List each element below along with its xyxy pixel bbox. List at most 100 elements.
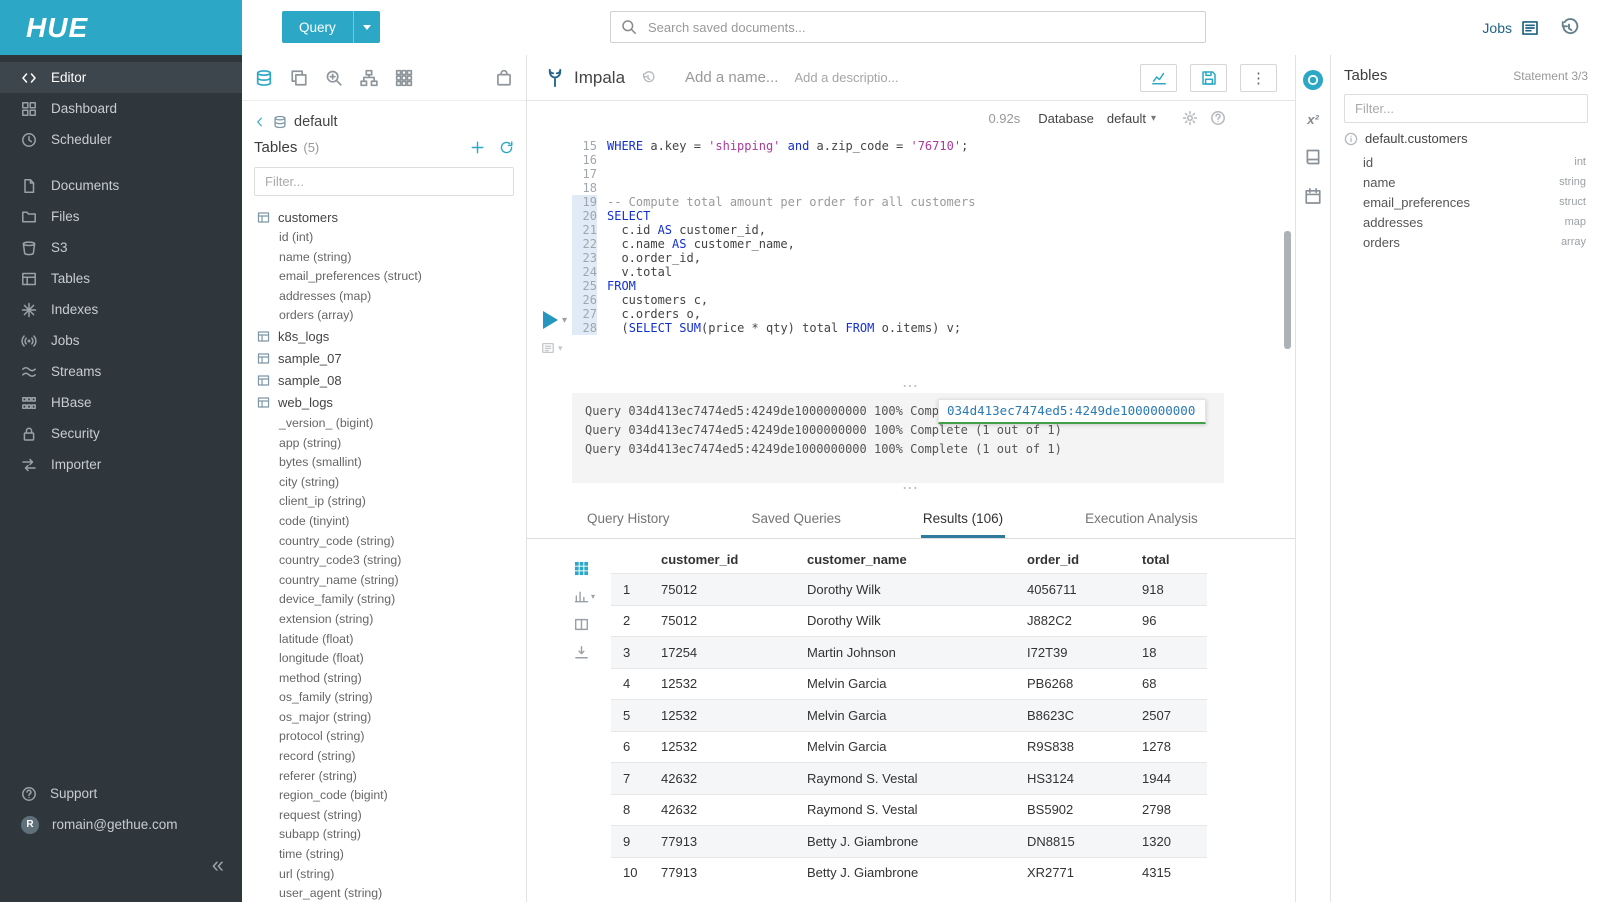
code-editor[interactable]: 1516171819202122232425262728 WHERE a.key… bbox=[527, 135, 1295, 381]
resize-handle-top[interactable] bbox=[527, 381, 1295, 393]
column-item[interactable]: region_code (bigint) bbox=[242, 786, 526, 806]
chart-view-button[interactable]: ▾ bbox=[574, 589, 595, 604]
column-item[interactable]: os_major (string) bbox=[242, 708, 526, 728]
sidebar-item-s3[interactable]: S3 bbox=[0, 232, 242, 263]
results-col-header[interactable]: customer_name bbox=[799, 552, 1019, 567]
sitemap-icon[interactable] bbox=[360, 69, 378, 87]
query-id-popover[interactable]: 034d413ec7474ed5:4249de1000000000 bbox=[938, 399, 1206, 424]
column-item[interactable]: latitude (float) bbox=[242, 630, 526, 650]
right-filter[interactable] bbox=[1344, 94, 1588, 123]
results-col-header[interactable]: order_id bbox=[1019, 552, 1134, 567]
refresh-tables-icon[interactable] bbox=[499, 140, 514, 155]
grid-view-icon[interactable] bbox=[574, 561, 589, 576]
right-filter-input[interactable] bbox=[1353, 100, 1579, 117]
save-button[interactable] bbox=[1190, 64, 1227, 92]
search-input[interactable] bbox=[646, 19, 1195, 36]
column-item[interactable]: url (string) bbox=[242, 865, 526, 885]
result-row[interactable]: 175012Dorothy Wilk4056711918 bbox=[611, 573, 1207, 605]
column-row-email-preferences[interactable]: email_preferencesstruct bbox=[1344, 192, 1588, 212]
column-item[interactable]: bytes (smallint) bbox=[242, 453, 526, 473]
column-item[interactable]: app (string) bbox=[242, 434, 526, 454]
editor-scrollbar[interactable] bbox=[1284, 231, 1291, 349]
statement-selector[interactable]: ▾ bbox=[541, 341, 563, 355]
query-dropdown-caret[interactable] bbox=[353, 11, 380, 43]
column-item[interactable]: extension (string) bbox=[242, 610, 526, 630]
global-search[interactable] bbox=[610, 11, 1206, 43]
query-history-icon[interactable] bbox=[641, 71, 655, 85]
support-link[interactable]: Support bbox=[0, 778, 242, 809]
column-item[interactable]: code (tinyint) bbox=[242, 512, 526, 532]
table-filter[interactable] bbox=[254, 167, 514, 196]
sidebar-item-tables[interactable]: Tables bbox=[0, 263, 242, 294]
column-row-name[interactable]: namestring bbox=[1344, 172, 1588, 192]
column-item[interactable]: os_family (string) bbox=[242, 688, 526, 708]
column-item[interactable]: method (string) bbox=[242, 669, 526, 689]
column-item[interactable]: name (string) bbox=[242, 248, 526, 268]
apps-grid-icon[interactable] bbox=[395, 69, 413, 87]
column-item[interactable]: client_ip (string) bbox=[242, 492, 526, 512]
engine-selector[interactable]: Impala bbox=[545, 68, 625, 88]
active-table-name[interactable]: default.customers bbox=[1365, 131, 1468, 146]
table-item-web-logs[interactable]: web_logs bbox=[242, 392, 526, 414]
column-item[interactable]: addresses (map) bbox=[242, 287, 526, 307]
add-table-icon[interactable] bbox=[470, 140, 485, 155]
result-row[interactable]: 512532Melvin GarciaB8623C2507 bbox=[611, 699, 1207, 731]
sidebar-item-editor[interactable]: Editor bbox=[0, 62, 242, 93]
table-item-sample-08[interactable]: sample_08 bbox=[242, 370, 526, 392]
chart-button[interactable] bbox=[1140, 64, 1177, 92]
new-query-button[interactable]: Query bbox=[282, 11, 380, 43]
column-item[interactable]: user_agent (string) bbox=[242, 884, 526, 902]
column-item[interactable]: country_code (string) bbox=[242, 532, 526, 552]
settings-gear-icon[interactable] bbox=[1182, 110, 1198, 126]
result-row[interactable]: 1077913Betty J. GiambroneXR27714315 bbox=[611, 857, 1207, 889]
result-row[interactable]: 612532Melvin GarciaR9S8381278 bbox=[611, 731, 1207, 763]
table-item-k8s-logs[interactable]: k8s_logs bbox=[242, 326, 526, 348]
schedule-icon[interactable] bbox=[1304, 187, 1322, 205]
language-reference-icon[interactable] bbox=[1304, 148, 1322, 166]
results-col-header[interactable]: customer_id bbox=[653, 552, 799, 567]
sidebar-item-jobs[interactable]: Jobs bbox=[0, 325, 242, 356]
history-icon[interactable] bbox=[1559, 18, 1579, 38]
sidebar-item-scheduler[interactable]: Scheduler bbox=[0, 124, 242, 155]
result-row[interactable]: 977913Betty J. GiambroneDN88151320 bbox=[611, 825, 1207, 857]
back-chevron-icon[interactable] bbox=[254, 116, 266, 128]
tab-execution-analysis[interactable]: Execution Analysis bbox=[1083, 511, 1200, 538]
column-row-id[interactable]: idint bbox=[1344, 152, 1588, 172]
columns-view-icon[interactable] bbox=[574, 617, 589, 632]
tab-query-history[interactable]: Query History bbox=[585, 511, 672, 538]
table-filter-input[interactable] bbox=[263, 173, 505, 190]
breadcrumb-database[interactable]: default bbox=[294, 114, 338, 130]
results-col-header[interactable]: total bbox=[1134, 552, 1207, 567]
sidebar-item-hbase[interactable]: HBase bbox=[0, 387, 242, 418]
hue-logo[interactable]: HUE bbox=[26, 12, 88, 44]
column-item[interactable]: longitude (float) bbox=[242, 649, 526, 669]
tab-results-106[interactable]: Results (106) bbox=[921, 511, 1005, 538]
column-item[interactable]: record (string) bbox=[242, 747, 526, 767]
info-icon[interactable] bbox=[1344, 132, 1358, 146]
tab-saved-queries[interactable]: Saved Queries bbox=[750, 511, 843, 538]
column-item[interactable]: country_code3 (string) bbox=[242, 551, 526, 571]
table-item-customers[interactable]: customers bbox=[242, 206, 526, 228]
resize-handle-bottom[interactable] bbox=[527, 483, 1295, 495]
column-item[interactable]: orders (array) bbox=[242, 306, 526, 326]
column-item[interactable]: request (string) bbox=[242, 806, 526, 826]
column-row-addresses[interactable]: addressesmap bbox=[1344, 212, 1588, 232]
table-item-sample-07[interactable]: sample_07 bbox=[242, 348, 526, 370]
column-item[interactable]: protocol (string) bbox=[242, 727, 526, 747]
column-item[interactable]: id (int) bbox=[242, 228, 526, 248]
column-item[interactable]: country_name (string) bbox=[242, 571, 526, 591]
result-row[interactable]: 842632Raymond S. VestalBS59022798 bbox=[611, 794, 1207, 826]
result-row[interactable]: 742632Raymond S. VestalHS31241944 bbox=[611, 762, 1207, 794]
execute-button[interactable]: ▾ bbox=[543, 311, 567, 329]
sidebar-item-streams[interactable]: Streams bbox=[0, 356, 242, 387]
database-selector[interactable]: default ▾ bbox=[1107, 111, 1156, 126]
sidebar-item-dashboard[interactable]: Dashboard bbox=[0, 93, 242, 124]
column-item[interactable]: _version_ (bigint) bbox=[242, 414, 526, 434]
column-item[interactable]: email_preferences (struct) bbox=[242, 267, 526, 287]
sidebar-item-documents[interactable]: Documents bbox=[0, 170, 242, 201]
user-menu[interactable]: R romain@gethue.com bbox=[0, 809, 242, 840]
result-row[interactable]: 412532Melvin GarciaPB626868 bbox=[611, 668, 1207, 700]
column-row-orders[interactable]: ordersarray bbox=[1344, 232, 1588, 252]
column-item[interactable]: referer (string) bbox=[242, 767, 526, 787]
result-row[interactable]: 317254Martin JohnsonI72T3918 bbox=[611, 636, 1207, 668]
